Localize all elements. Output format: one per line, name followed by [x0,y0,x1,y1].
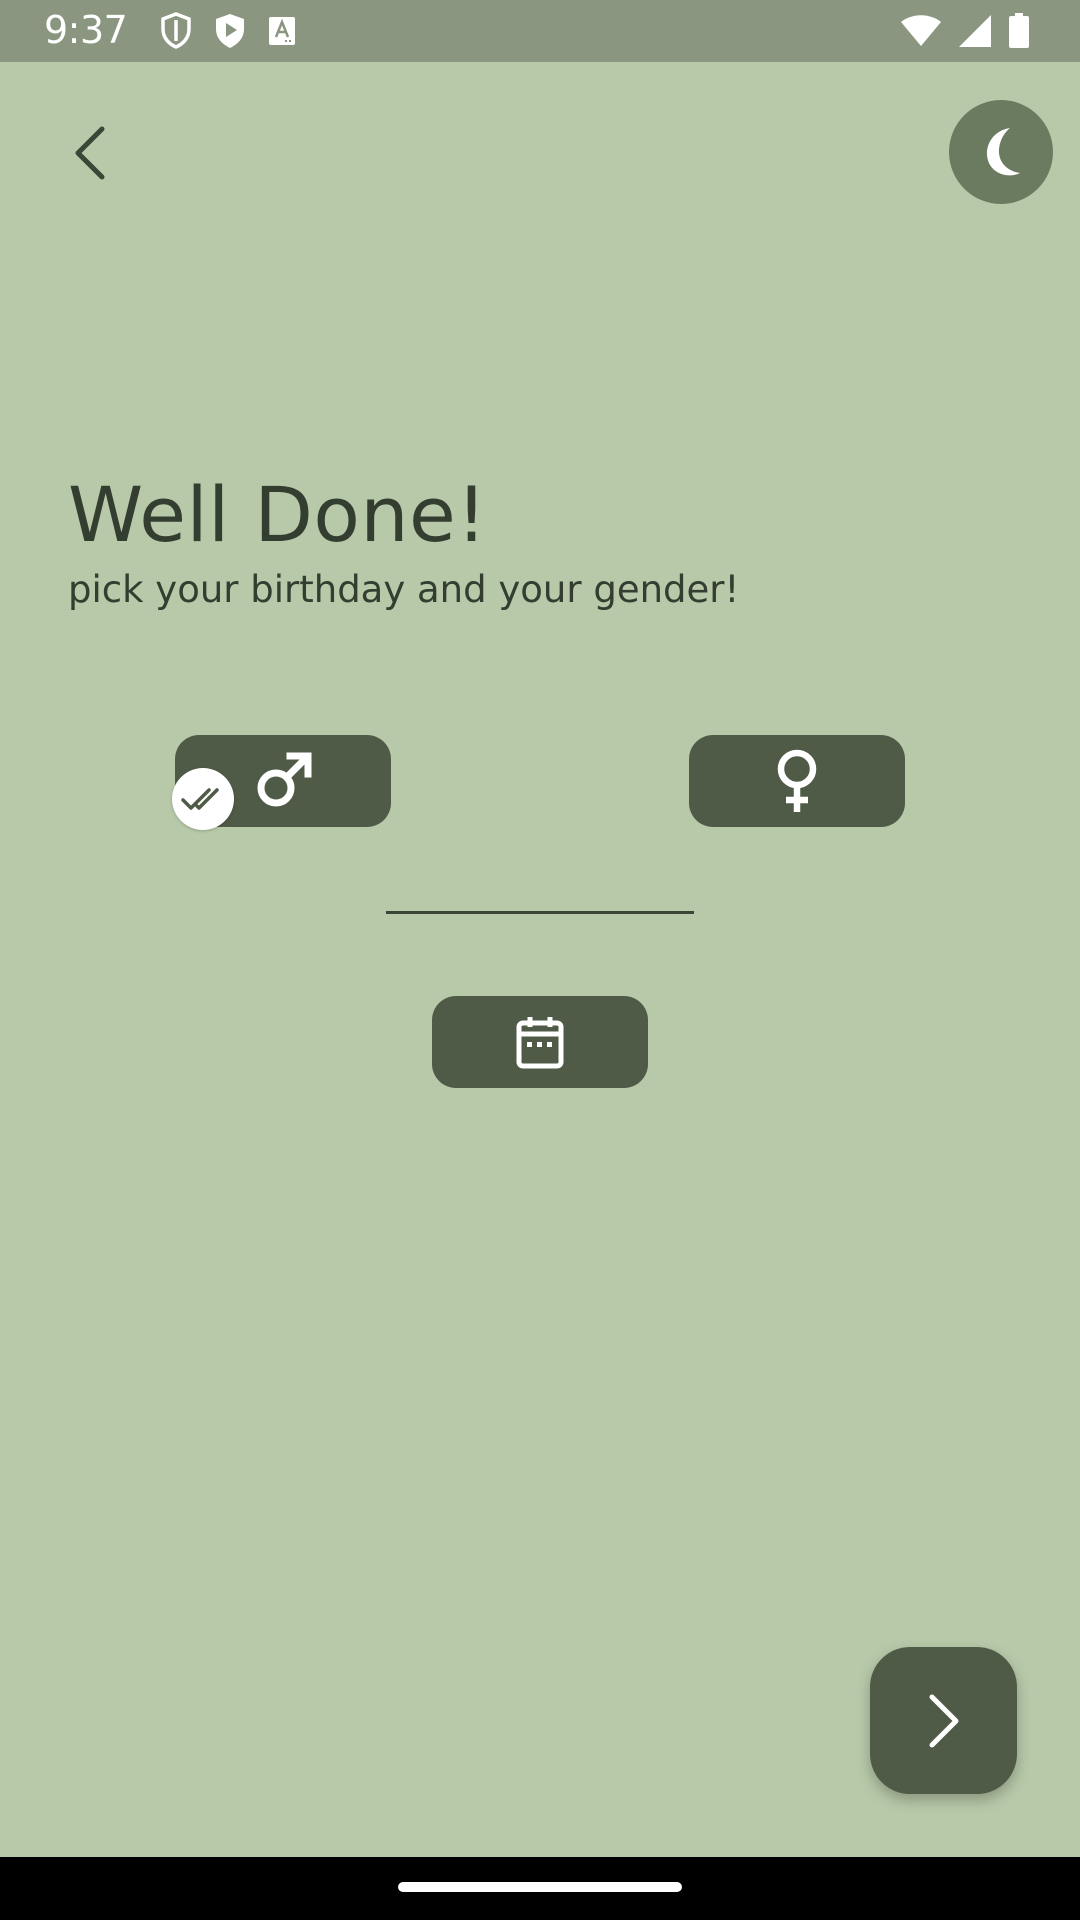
wifi-icon [901,15,941,46]
keyboard-a-icon [269,17,295,45]
female-gender-button[interactable] [689,735,905,827]
back-button[interactable] [62,118,118,188]
page-title: Well Done! [68,470,488,559]
shield-icon [161,12,191,49]
double-check-icon [181,788,219,810]
home-indicator[interactable] [398,1882,682,1892]
birthday-picker-button[interactable] [432,996,648,1088]
calendar-icon [516,1017,564,1069]
play-protect-icon [216,14,244,48]
battery-icon [1009,13,1029,48]
status-right-icons [900,12,1030,50]
moon-icon [986,128,1020,176]
page-subtitle: pick your birthday and your gender! [68,568,740,611]
selected-check-badge [172,768,234,830]
female-symbol-icon [777,749,817,812]
status-bar: 9:37 [0,0,1080,62]
cell-signal-icon [959,15,991,47]
chevron-right-icon [929,1694,958,1747]
status-left-icons [160,12,296,50]
theme-toggle-button[interactable] [949,100,1053,204]
next-button[interactable] [870,1647,1017,1794]
chevron-left-icon [75,126,105,180]
status-time: 9:37 [44,8,128,52]
birthday-field[interactable] [386,900,694,914]
male-symbol-icon [257,752,312,807]
